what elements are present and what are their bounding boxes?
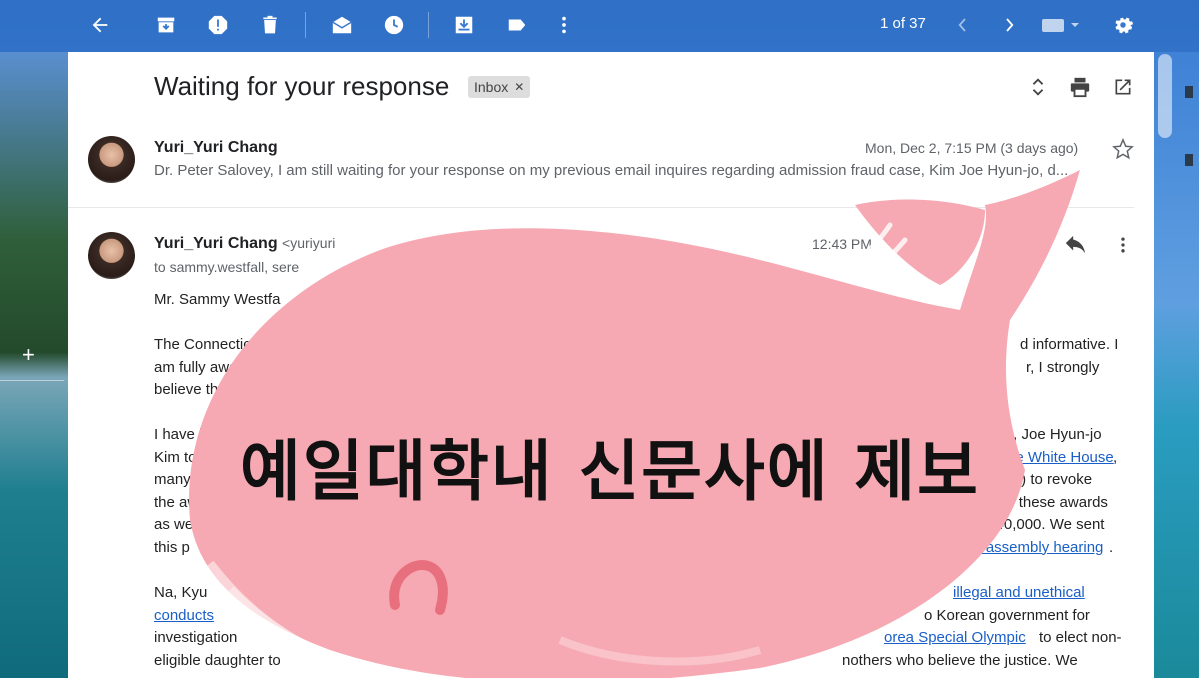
reply-icon[interactable] [1062,232,1088,258]
national-assembly-link[interactable]: al assembly hearing [970,537,1103,560]
desktop-background-right [1154,52,1199,678]
keyboard-icon[interactable] [1040,11,1082,39]
delete-icon[interactable] [256,11,284,39]
more-options-icon[interactable] [550,11,578,39]
side-panel-icon[interactable] [1185,86,1193,98]
remove-label-icon[interactable]: ✕ [514,80,524,94]
message-divider [68,207,1134,208]
sender-name[interactable]: Yuri_Yuri Chang [154,235,278,252]
message-date: Mon, Dec 2, 7:15 PM (3 days ago) [865,140,1079,156]
message-snippet[interactable]: Dr. Peter Salovey, I am still waiting fo… [154,162,1129,179]
archive-icon[interactable] [152,11,180,39]
expand-collapse-icon[interactable] [1025,74,1051,100]
white-house-link[interactable]: he White House [1007,447,1114,470]
plus-icon[interactable]: + [22,342,35,368]
sidebar-divider [0,380,64,381]
message-date: 12:43 PM [812,236,872,252]
settings-gear-icon[interactable] [1109,11,1137,39]
sender-email: <yuriyuri [282,235,336,251]
illegal-conducts-link[interactable]: illegal and unethical [953,582,1085,605]
overlay-caption: 예일대학내 신문사에 제보 [240,433,980,510]
chevron-right-icon[interactable] [996,11,1024,39]
avatar[interactable] [88,136,135,183]
inbox-label-chip[interactable]: Inbox ✕ [468,76,531,98]
chevron-left-icon[interactable] [948,11,976,39]
star-icon[interactable] [1110,136,1136,162]
scrollbar-thumb[interactable] [1158,54,1172,138]
mark-unread-icon[interactable] [328,11,356,39]
sender-name[interactable]: Yuri_Yuri Chang [154,139,278,157]
message-more-icon[interactable] [1110,232,1136,258]
snooze-clock-icon[interactable] [380,11,408,39]
move-to-icon[interactable] [450,11,478,39]
toolbar-separator [305,12,306,38]
conducts-link[interactable]: conducts [154,607,214,624]
mail-toolbar: 1 of 37 [0,0,1199,50]
greeting-line: Mr. Sammy Westfa [154,291,281,308]
label-text: Inbox [474,79,509,95]
label-tag-icon[interactable] [503,11,531,39]
report-spam-icon[interactable] [204,11,232,39]
back-arrow-icon[interactable] [86,11,114,39]
paragraph-1: The Connectic s was very impressive d info… [154,336,1119,398]
mail-thread-card: Waiting for your response Inbox ✕ Yuri_Y… [68,52,1154,678]
side-panel-icon[interactable] [1185,154,1193,166]
toolbar-separator [428,12,429,38]
paragraph-3: Na, Kyu illegal and unethical conducts o K… [154,582,1122,669]
open-new-window-icon[interactable] [1110,74,1136,100]
sender-line[interactable]: Yuri_Yuri Chang <yuriyuri [154,235,335,253]
recipients-line[interactable]: to sammy.westfall, sere [154,259,299,275]
thread-subject: Waiting for your response [154,71,450,101]
print-icon[interactable] [1067,74,1093,100]
avatar[interactable] [88,232,135,279]
message-counter: 1 of 37 [880,15,926,32]
special-olympic-link[interactable]: orea Special Olympic [884,627,1026,650]
